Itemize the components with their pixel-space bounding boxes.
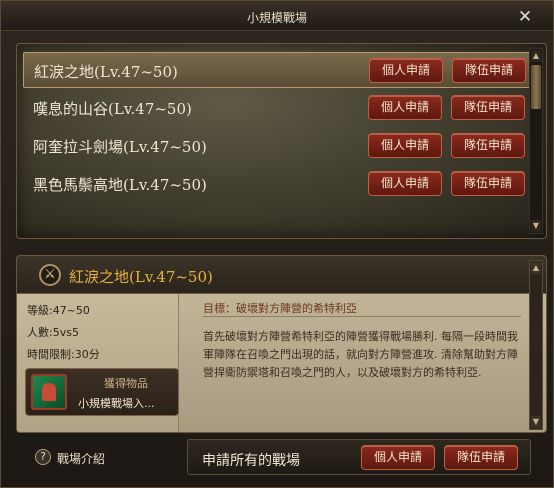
battlefield-name: 阿奎拉斗劍場(Lv.47~50) — [33, 138, 207, 156]
battlefield-list: 紅淚之地(Lv.47~50) 個人申請 隊伍申請 嘆息的山谷(Lv.47~50)… — [16, 43, 547, 239]
detail-title: 紅淚之地(Lv.47~50) — [69, 268, 213, 286]
battlefield-detail: ⚔ 紅淚之地(Lv.47~50) 等級:47~50 人數:5vs5 時間限制:3… — [16, 255, 547, 433]
battlefield-row[interactable]: 紅淚之地(Lv.47~50) 個人申請 隊伍申請 — [23, 52, 531, 88]
battlefield-intro-link[interactable]: 戰場介紹 — [57, 450, 105, 467]
personal-apply-button[interactable]: 個人申請 — [369, 58, 443, 83]
battlefield-name: 嘆息的山谷(Lv.47~50) — [33, 100, 192, 118]
player-count: 人數:5vs5 — [27, 326, 79, 339]
party-apply-button[interactable]: 隊伍申請 — [452, 58, 526, 83]
battlefield-row[interactable]: 嘆息的山谷(Lv.47~50) 個人申請 隊伍申請 — [23, 90, 531, 126]
party-apply-button[interactable]: 隊伍申請 — [451, 171, 525, 196]
title-bar[interactable]: 小規模戰場 ✕ — [1, 1, 553, 31]
scroll-up-icon[interactable]: ▲ — [531, 50, 541, 62]
apply-all-label: 申請所有的戰場 — [202, 453, 300, 469]
detail-header: ⚔ 紅淚之地(Lv.47~50) — [17, 256, 546, 294]
reward-label: 獲得物品 — [104, 377, 148, 390]
party-apply-button[interactable]: 隊伍申請 — [451, 95, 525, 120]
scroll-thumb[interactable] — [531, 65, 541, 109]
personal-apply-button[interactable]: 個人申請 — [368, 95, 442, 120]
objective-text: 目標：破壞對方陣營的希特利亞 — [203, 302, 357, 315]
personal-apply-button[interactable]: 個人申請 — [368, 171, 442, 196]
crossed-swords-icon: ⚔ — [39, 264, 61, 286]
personal-apply-button[interactable]: 個人申請 — [368, 133, 442, 158]
apply-all-personal-button[interactable]: 個人申請 — [361, 445, 435, 470]
battlefield-stats: 等級:47~50 人數:5vs5 時間限制:30分 獲得物品 小規模戰場入... — [17, 294, 179, 432]
scroll-down-icon[interactable]: ▼ — [531, 416, 541, 428]
battlefield-name: 紅淚之地(Lv.47~50) — [34, 63, 178, 81]
battlefield-row[interactable]: 阿奎拉斗劍場(Lv.47~50) 個人申請 隊伍申請 — [23, 128, 531, 164]
scroll-down-icon[interactable]: ▼ — [531, 220, 541, 232]
list-scrollbar[interactable]: ▲ ▼ — [529, 48, 543, 234]
detail-scrollbar[interactable]: ▲ ▼ — [529, 260, 543, 430]
description-text: 首先破壞對方陣營希特利亞的陣營獲得戰場勝利. 每隔一段時間我軍陣隊在召喚之門出現… — [203, 330, 518, 379]
battlefield-window: 小規模戰場 ✕ 紅淚之地(Lv.47~50) 個人申請 隊伍申請 嘆息的山谷(L… — [0, 0, 554, 488]
party-apply-button[interactable]: 隊伍申請 — [451, 133, 525, 158]
close-icon[interactable]: ✕ — [515, 7, 535, 27]
scroll-up-icon[interactable]: ▲ — [531, 262, 541, 274]
help-icon[interactable]: ? — [35, 449, 51, 465]
level-range: 等級:47~50 — [27, 304, 90, 317]
footer: ? 戰場介紹 申請所有的戰場 個人申請 隊伍申請 — [1, 433, 553, 488]
reward-slot[interactable]: 獲得物品 小規模戰場入... — [25, 368, 179, 416]
battlefield-description: 目標：破壞對方陣營的希特利亞 首先破壞對方陣營希特利亞的陣營獲得戰場勝利. 每隔… — [195, 294, 525, 432]
window-title: 小規模戰場 — [246, 11, 307, 25]
reward-item-icon[interactable] — [31, 374, 67, 410]
apply-all-party-button[interactable]: 隊伍申請 — [444, 445, 518, 470]
reward-item-name: 小規模戰場入... — [78, 397, 155, 410]
time-limit: 時間限制:30分 — [27, 348, 100, 361]
divider — [203, 316, 521, 317]
battlefield-name: 黑色馬鬃高地(Lv.47~50) — [33, 176, 207, 194]
battlefield-row[interactable]: 黑色馬鬃高地(Lv.47~50) 個人申請 隊伍申請 — [23, 166, 531, 202]
